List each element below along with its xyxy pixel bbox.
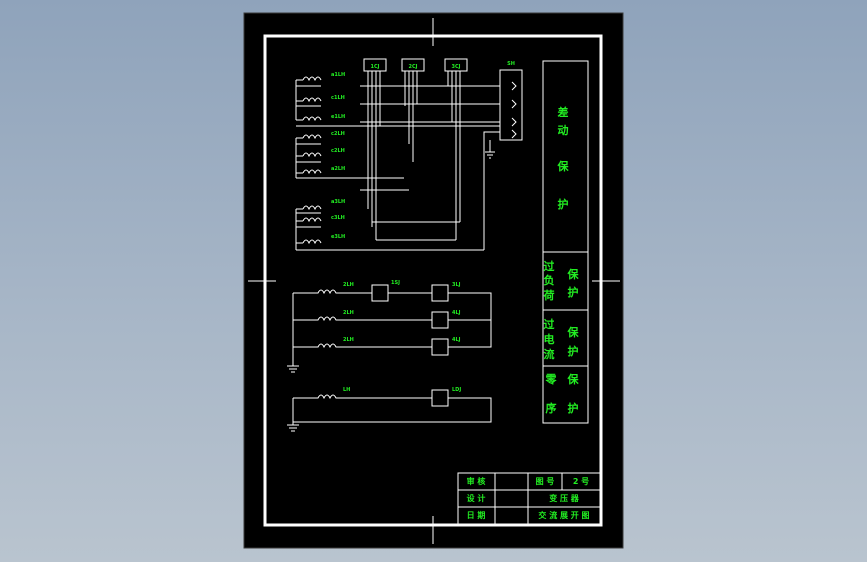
svg-text:保: 保	[567, 372, 580, 386]
svg-text:2LH: 2LH	[343, 282, 354, 288]
svg-text:a3LH: a3LH	[331, 199, 345, 205]
svg-text:动: 动	[558, 123, 569, 137]
svg-text:2CJ: 2CJ	[408, 64, 417, 70]
drawing-title-1: 变 压 器	[549, 493, 580, 503]
svg-text:2LH: 2LH	[343, 310, 354, 316]
title-design: 设 计	[467, 493, 486, 503]
svg-text:过: 过	[544, 317, 555, 331]
svg-text:保: 保	[557, 159, 570, 173]
svg-text:4LJ: 4LJ	[452, 337, 461, 343]
svg-text:流: 流	[544, 347, 555, 361]
svg-text:c1LH: c1LH	[331, 95, 345, 101]
svg-text:护: 护	[568, 285, 579, 299]
svg-text:护: 护	[568, 344, 579, 358]
schematic-drawing: 1CJ 2CJ 3CJ SH a1LH c1LH e1LH c2LH c2LH …	[243, 12, 624, 549]
svg-text:序: 序	[546, 401, 557, 415]
svg-text:3LJ: 3LJ	[452, 282, 461, 288]
svg-text:电: 电	[544, 332, 555, 346]
svg-text:1CJ: 1CJ	[370, 64, 379, 70]
svg-text:e3LH: e3LH	[331, 234, 345, 240]
svg-text:2LH: 2LH	[343, 337, 354, 343]
svg-text:保: 保	[567, 325, 580, 339]
svg-text:零: 零	[545, 373, 558, 386]
drawing-no-label: 图 号	[536, 477, 555, 486]
svg-text:4LJ: 4LJ	[452, 310, 461, 316]
svg-text:LH: LH	[343, 387, 350, 393]
svg-text:c3LH: c3LH	[331, 215, 345, 221]
drawing-title-2: 交 流 展 开 图	[538, 510, 589, 520]
svg-text:过: 过	[544, 259, 555, 273]
drawing-sheet	[243, 12, 624, 549]
svg-text:护: 护	[568, 401, 579, 415]
svg-text:a1LH: a1LH	[331, 72, 345, 78]
svg-text:护: 护	[558, 197, 569, 211]
svg-text:LDJ: LDJ	[452, 387, 461, 393]
svg-text:3CJ: 3CJ	[451, 64, 460, 70]
svg-text:差: 差	[558, 105, 569, 119]
svg-text:c2LH: c2LH	[331, 131, 345, 137]
svg-text:1SJ: 1SJ	[391, 280, 400, 286]
svg-text:荷: 荷	[543, 288, 555, 302]
svg-text:c2LH: c2LH	[331, 148, 345, 154]
drawing-no: 2 号	[573, 477, 589, 486]
svg-text:保: 保	[567, 267, 580, 281]
title-review: 审 核	[467, 476, 486, 486]
svg-text:a2LH: a2LH	[331, 166, 345, 172]
title-date: 日 期	[467, 510, 486, 520]
svg-text:SH: SH	[507, 61, 515, 67]
svg-text:负: 负	[544, 273, 555, 287]
svg-text:e1LH: e1LH	[331, 114, 345, 120]
